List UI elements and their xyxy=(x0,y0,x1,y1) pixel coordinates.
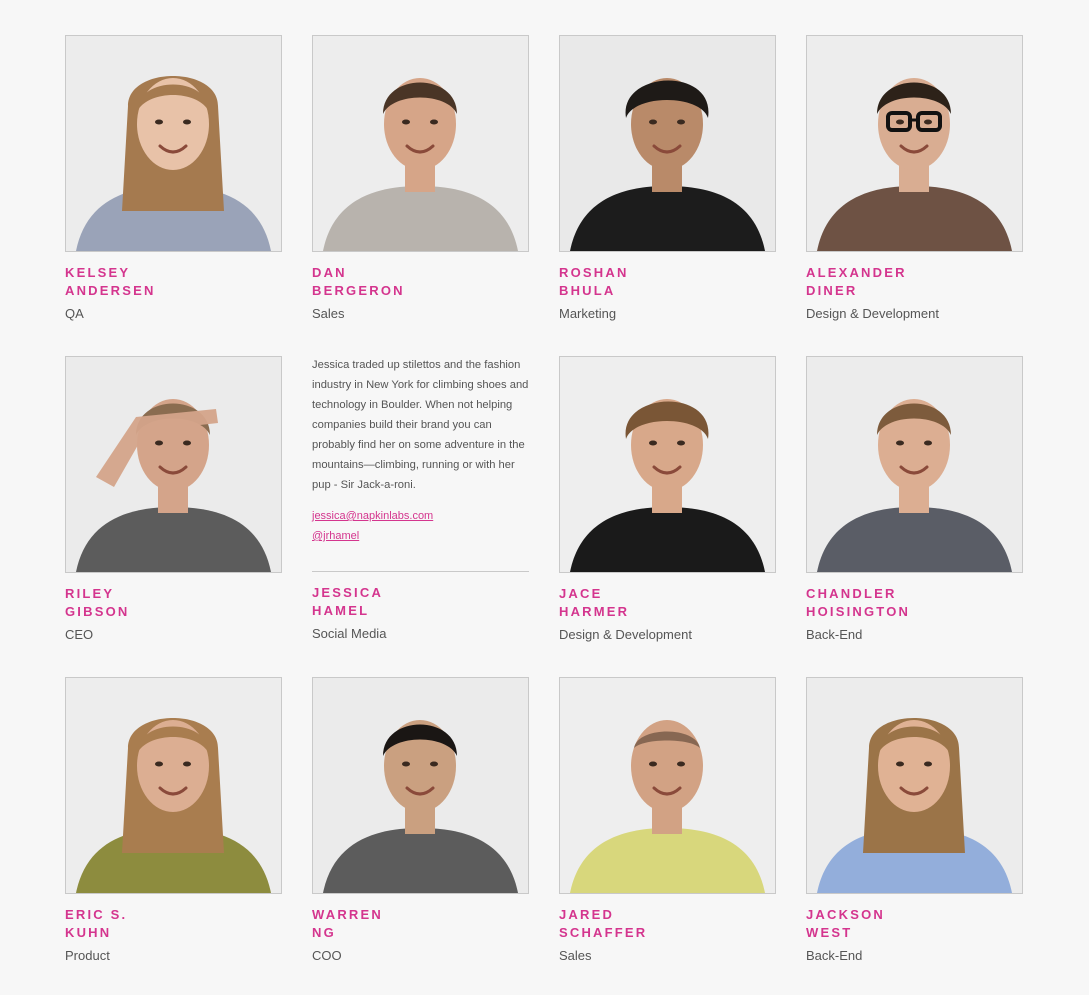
last-name: DINER xyxy=(806,283,858,298)
team-member-role: Social Media xyxy=(312,626,387,641)
first-name: CHANDLER xyxy=(806,586,897,601)
portrait-illustration xyxy=(66,36,281,251)
team-member-card: DAN BERGERON Sales xyxy=(312,35,529,356)
first-name: WARREN xyxy=(312,907,383,922)
team-member-name[interactable]: RILEY GIBSON xyxy=(65,585,282,621)
last-name: BHULA xyxy=(559,283,616,298)
team-member-role: COO xyxy=(312,948,342,963)
portrait-illustration xyxy=(560,678,775,893)
portrait-illustration xyxy=(313,36,528,251)
last-name: GIBSON xyxy=(65,604,130,619)
team-member-card: ROSHAN BHULA Marketing xyxy=(559,35,776,356)
last-name: KUHN xyxy=(65,925,112,940)
first-name: JACKSON xyxy=(806,907,885,922)
last-name: SCHAFFER xyxy=(559,925,648,940)
portrait-illustration xyxy=(560,357,775,572)
portrait-illustration xyxy=(560,36,775,251)
team-member-photo[interactable] xyxy=(806,356,1023,573)
team-member-card: Jessica traded up stilettos and the fash… xyxy=(312,356,529,677)
team-member-role: Design & Development xyxy=(559,627,692,642)
team-member-name[interactable]: KELSEY ANDERSEN xyxy=(65,264,282,300)
first-name: ALEXANDER xyxy=(806,265,907,280)
portrait-illustration xyxy=(807,678,1022,893)
team-member-photo[interactable] xyxy=(312,677,529,894)
team-grid: KELSEY ANDERSEN QA DAN BERGERON Sales ROSHAN BH… xyxy=(65,35,1023,995)
last-name: ANDERSEN xyxy=(65,283,156,298)
first-name: ERIC S. xyxy=(65,907,128,922)
last-name: HARMER xyxy=(559,604,630,619)
team-member-role: Back-End xyxy=(806,627,863,642)
first-name: ROSHAN xyxy=(559,265,629,280)
team-member-role: QA xyxy=(65,306,84,321)
team-member-card: CHANDLER HOISINGTON Back-End xyxy=(806,356,1023,677)
team-member-name[interactable]: JACKSON WEST xyxy=(806,906,1023,942)
team-member-card: KELSEY ANDERSEN QA xyxy=(65,35,282,356)
team-member-photo[interactable] xyxy=(312,35,529,252)
bio-text: Jessica traded up stilettos and the fash… xyxy=(312,359,529,491)
first-name: JACE xyxy=(559,586,603,601)
team-member-name[interactable]: ROSHAN BHULA xyxy=(559,264,776,300)
team-member-card: ERIC S. KUHN Product xyxy=(65,677,282,995)
team-member-photo[interactable] xyxy=(65,677,282,894)
team-member-photo[interactable] xyxy=(65,35,282,252)
team-member-name[interactable]: ALEXANDER DINER xyxy=(806,264,1023,300)
team-member-card: JACKSON WEST Back-End xyxy=(806,677,1023,995)
team-member-role: CEO xyxy=(65,627,94,642)
last-name: HAMEL xyxy=(312,603,370,618)
team-member-name[interactable]: JESSICA HAMEL xyxy=(312,584,529,620)
team-member-name[interactable]: CHANDLER HOISINGTON xyxy=(806,585,1023,621)
first-name: JESSICA xyxy=(312,585,384,600)
team-member-card: ALEXANDER DINER Design & Development xyxy=(806,35,1023,356)
first-name: RILEY xyxy=(65,586,115,601)
team-member-name[interactable]: WARREN NG xyxy=(312,906,529,942)
team-member-photo[interactable] xyxy=(806,35,1023,252)
last-name: NG xyxy=(312,925,336,940)
team-member-photo[interactable] xyxy=(65,356,282,573)
team-member-photo[interactable] xyxy=(806,677,1023,894)
team-member-role: Back-End xyxy=(806,948,863,963)
team-member-name[interactable]: JARED SCHAFFER xyxy=(559,906,776,942)
twitter-link[interactable]: @jrhamel xyxy=(312,526,529,546)
team-member-name[interactable]: ERIC S. KUHN xyxy=(65,906,282,942)
team-member-name[interactable]: JACE HARMER xyxy=(559,585,776,621)
first-name: DAN xyxy=(312,265,347,280)
bio-panel: Jessica traded up stilettos and the fash… xyxy=(312,356,529,572)
team-member-card: RILEY GIBSON CEO xyxy=(65,356,282,677)
team-member-role: Sales xyxy=(312,306,345,321)
team-member-role: Product xyxy=(65,948,110,963)
team-member-photo[interactable] xyxy=(559,356,776,573)
team-member-card: JACE HARMER Design & Development xyxy=(559,356,776,677)
team-member-name[interactable]: DAN BERGERON xyxy=(312,264,529,300)
portrait-illustration xyxy=(66,357,281,572)
last-name: WEST xyxy=(806,925,853,940)
team-member-role: Marketing xyxy=(559,306,617,321)
first-name: JARED xyxy=(559,907,615,922)
email-link[interactable]: jessica@napkinlabs.com xyxy=(312,506,529,526)
portrait-illustration xyxy=(66,678,281,893)
first-name: KELSEY xyxy=(65,265,131,280)
team-member-photo[interactable] xyxy=(559,35,776,252)
team-member-card: WARREN NG COO xyxy=(312,677,529,995)
bio-links: jessica@napkinlabs.com @jrhamel xyxy=(312,506,529,546)
portrait-illustration xyxy=(807,357,1022,572)
last-name: HOISINGTON xyxy=(806,604,911,619)
last-name: BERGERON xyxy=(312,283,405,298)
team-member-role: Design & Development xyxy=(806,306,939,321)
team-member-card: JARED SCHAFFER Sales xyxy=(559,677,776,995)
portrait-illustration xyxy=(313,678,528,893)
team-member-photo[interactable] xyxy=(559,677,776,894)
portrait-illustration xyxy=(807,36,1022,251)
team-member-role: Sales xyxy=(559,948,592,963)
